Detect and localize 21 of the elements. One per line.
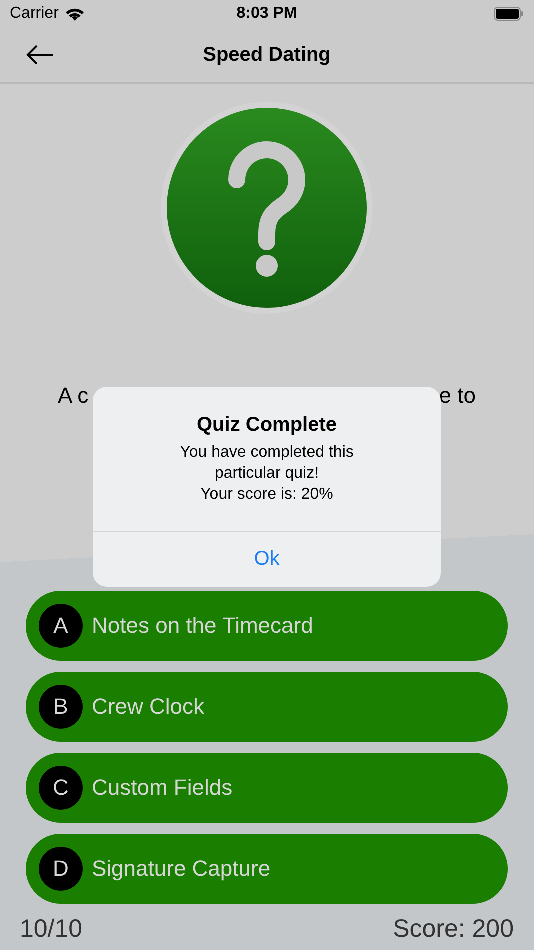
carrier-label: Carrier <box>10 5 59 23</box>
answer-button[interactable]: B Crew Clock <box>26 672 508 742</box>
answer-button[interactable]: C Custom Fields <box>26 753 508 823</box>
question-text: e to <box>439 383 476 409</box>
progress-counter: 10/10 <box>20 914 83 944</box>
answer-letter: B <box>39 685 83 729</box>
dialog-message: You have completed this particular quiz! Your score is: 20% <box>180 443 354 505</box>
clock-time: 8:03 PM <box>236 5 298 23</box>
back-button[interactable] <box>26 44 54 66</box>
question-text: A c <box>58 383 89 409</box>
answer-letter: A <box>39 604 83 648</box>
answer-button[interactable]: D Signature Capture <box>26 834 508 904</box>
answer-button[interactable]: A Notes on the Timecard <box>26 591 508 661</box>
back-arrow-icon <box>26 44 54 66</box>
answer-letter: D <box>39 847 83 891</box>
battery-icon <box>494 7 524 21</box>
score-label: Score: 200 <box>393 914 514 944</box>
wifi-icon <box>64 6 85 22</box>
screen-title: Speed Dating <box>203 44 331 66</box>
answer-letter: C <box>39 766 83 810</box>
dialog-title: Quiz Complete <box>196 414 337 437</box>
